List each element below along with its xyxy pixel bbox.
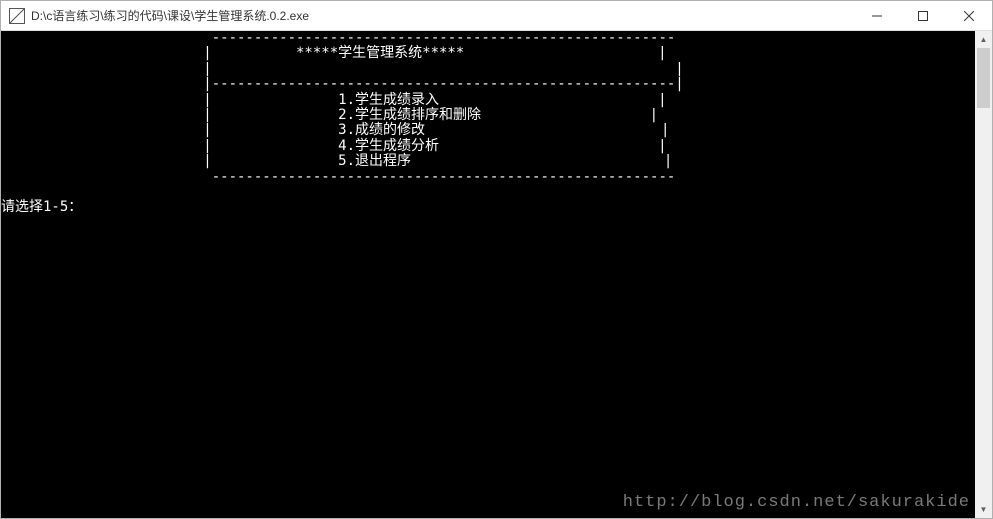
vertical-scrollbar[interactable]: ▲ ▼: [975, 31, 992, 518]
window-title: D:\c语言练习\练习的代码\课设\学生管理系统.0.2.exe: [31, 7, 854, 24]
menu-border-bottom: ----------------------------------------…: [1, 169, 675, 185]
minimize-button[interactable]: [854, 1, 900, 30]
titlebar: D:\c语言练习\练习的代码\课设\学生管理系统.0.2.exe: [1, 1, 992, 31]
console-output[interactable]: ----------------------------------------…: [1, 31, 976, 518]
menu-item-4: | 4.学生成绩分析 |: [1, 138, 667, 154]
menu-item-5: | 5.退出程序 |: [1, 153, 672, 169]
window-controls: [854, 1, 992, 30]
menu-separator: |---------------------------------------…: [1, 76, 684, 92]
menu-item-3: | 3.成绩的修改 |: [1, 122, 669, 138]
scroll-track[interactable]: [975, 48, 992, 501]
scroll-down-icon[interactable]: ▼: [975, 501, 992, 518]
input-prompt: 请选择1-5：: [1, 199, 82, 215]
console-area: ----------------------------------------…: [1, 31, 992, 518]
close-button[interactable]: [946, 1, 992, 30]
menu-blank-line: | |: [1, 61, 684, 77]
menu-border-top: ----------------------------------------…: [1, 31, 675, 46]
console-window: D:\c语言练习\练习的代码\课设\学生管理系统.0.2.exe -------…: [0, 0, 993, 519]
scroll-thumb[interactable]: [977, 48, 990, 108]
app-icon: [9, 8, 25, 24]
menu-item-1: | 1.学生成绩录入 |: [1, 92, 667, 108]
scroll-up-icon[interactable]: ▲: [975, 31, 992, 48]
menu-item-2: | 2.学生成绩排序和删除 |: [1, 107, 658, 123]
menu-title-line: | *****学生管理系统***** |: [1, 45, 667, 61]
maximize-button[interactable]: [900, 1, 946, 30]
